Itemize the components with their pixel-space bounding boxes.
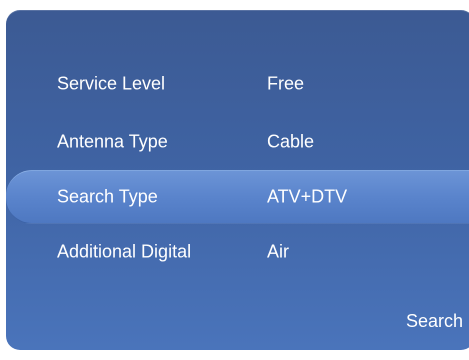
row-label: Antenna Type	[57, 131, 168, 152]
row-value: ATV+DTV	[267, 186, 348, 207]
menu-row-service-level[interactable]: Service Level Free	[6, 58, 469, 110]
row-label: Search Type	[57, 186, 158, 207]
row-value: Cable	[267, 131, 315, 152]
channel-search-panel: Service Level Free Antenna Type Cable Se…	[6, 10, 469, 350]
row-label: Additional Digital	[57, 241, 192, 262]
row-label: Service Level	[57, 73, 166, 94]
menu-row-additional-digital[interactable]: Additional Digital Air	[6, 226, 469, 278]
row-value: Free	[267, 73, 305, 94]
row-value: Air	[267, 241, 289, 262]
menu-row-search-type[interactable]: Search Type ATV+DTV	[6, 170, 469, 224]
search-button[interactable]: Search	[406, 311, 463, 332]
menu-row-antenna-type[interactable]: Antenna Type Cable	[6, 116, 469, 168]
